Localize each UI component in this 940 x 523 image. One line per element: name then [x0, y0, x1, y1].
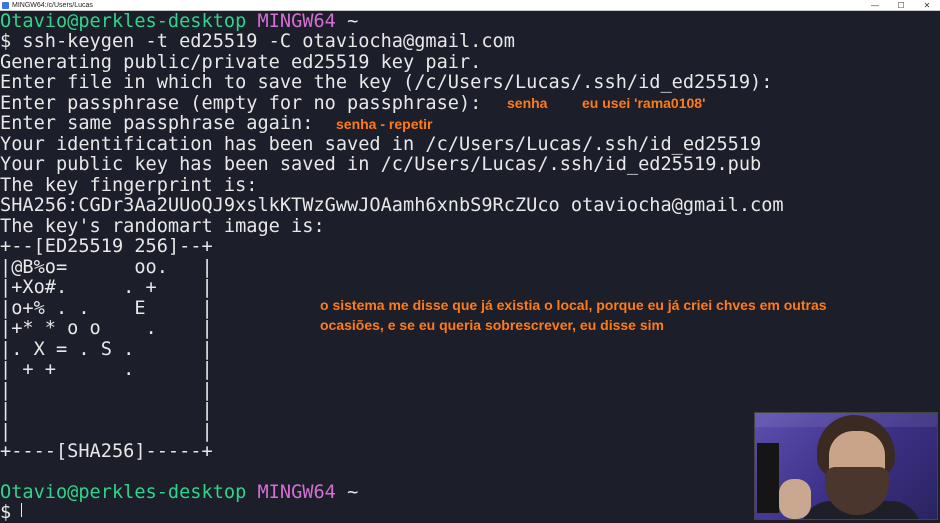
fingerprint-line: SHA256:CGDr3Aa2UUoQJ9xslkKTWzGwwJOAamh6x… [0, 195, 784, 216]
randomart-line: |@B%o= oo. | [0, 256, 213, 278]
randomart-line: | | [0, 420, 213, 442]
terminal-line: Enter file in which to save the key (/c/… [0, 72, 773, 93]
prompt-path: ~ [347, 11, 359, 32]
prompt-line: Otavio@perkles-desktop MINGW64 ~ [0, 12, 358, 32]
terminal-line: The key's randomart image is: [0, 215, 325, 237]
terminal-line: $ ssh-keygen -t ed25519 -C otaviocha@gma… [0, 31, 515, 52]
annotation-passphrase: senha [507, 95, 548, 111]
webcam-overlay [754, 412, 938, 520]
window-title: MINGW64:/c/Users/Lucas [12, 1, 93, 9]
annotation-repeat: senha - repetir [336, 116, 433, 132]
annotation-passphrase-used: eu usei 'rama0108' [582, 95, 706, 111]
minimize-button[interactable]: — [862, 0, 888, 11]
window-controls: — ☐ ✕ [862, 0, 940, 11]
command-prompt[interactable]: $ [0, 503, 11, 523]
randomart-line: |+* * o o . | [0, 318, 213, 339]
terminal-line: Enter same passphrase again: [0, 113, 314, 134]
terminal-app-icon [2, 1, 9, 9]
terminal-line: The key fingerprint is: [0, 174, 258, 196]
maximize-button[interactable]: ☐ [888, 0, 914, 11]
prompt-shell: MINGW64 [257, 482, 336, 503]
randomart-line: |o+% . . E | [0, 297, 213, 319]
prompt-user-host: Otavio@perkles-desktop [0, 11, 247, 32]
prompt-user-host: Otavio@perkles-desktop [0, 482, 247, 503]
terminal-line: Generating public/private ed25519 key pa… [0, 51, 482, 73]
close-button[interactable]: ✕ [914, 0, 940, 11]
randomart-line: |+Xo#. . + | [0, 277, 213, 298]
randomart-line: | + + . | [0, 359, 213, 380]
randomart-line: | | [0, 379, 213, 401]
randomart-line: | | [0, 400, 213, 421]
terminal-line: Your public key has been saved in /c/Use… [0, 154, 762, 175]
presenter-hand [779, 479, 811, 519]
randomart-line: +--[ED25519 256]--+ [0, 236, 213, 257]
prompt-shell: MINGW64 [257, 11, 336, 32]
annotation-overwrite-line2: ocasiões, e se eu queria sobrescrever, e… [320, 317, 664, 333]
text-cursor [21, 503, 22, 517]
prompt-path: ~ [347, 482, 359, 503]
window-titlebar: MINGW64:/c/Users/Lucas — ☐ ✕ [0, 0, 940, 11]
prompt-line: Otavio@perkles-desktop MINGW64 ~ [0, 483, 358, 503]
terminal-line: Your identification has been saved in /c… [0, 133, 762, 155]
terminal-line: Enter passphrase (empty for no passphras… [0, 92, 482, 114]
randomart-line: +----[SHA256]-----+ [0, 441, 213, 462]
randomart-line: |. X = . S . | [0, 338, 213, 360]
annotation-overwrite-line1: o sistema me disse que já existia o loca… [320, 297, 827, 313]
microphone-stand [757, 443, 779, 513]
